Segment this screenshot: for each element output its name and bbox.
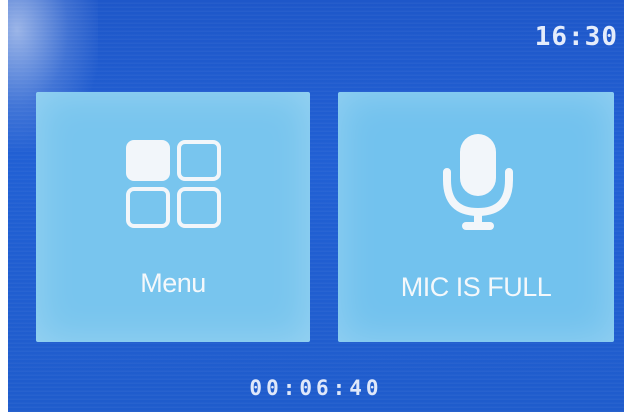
menu-label: Menu	[140, 268, 206, 298]
elapsed-timer: 00:06:40	[249, 376, 383, 400]
microphone-icon	[443, 134, 513, 230]
mic-tile-button[interactable]: MIC IS FULL	[338, 92, 614, 342]
menu-grid-icon	[126, 140, 221, 228]
device-screen: 16:30 Menu MIC IS FULL 00:06:40	[8, 0, 624, 412]
mic-status-label: MIC IS FULL	[400, 272, 552, 302]
menu-tile-button[interactable]: Menu	[36, 92, 310, 342]
clock-time: 16:30	[534, 22, 618, 52]
